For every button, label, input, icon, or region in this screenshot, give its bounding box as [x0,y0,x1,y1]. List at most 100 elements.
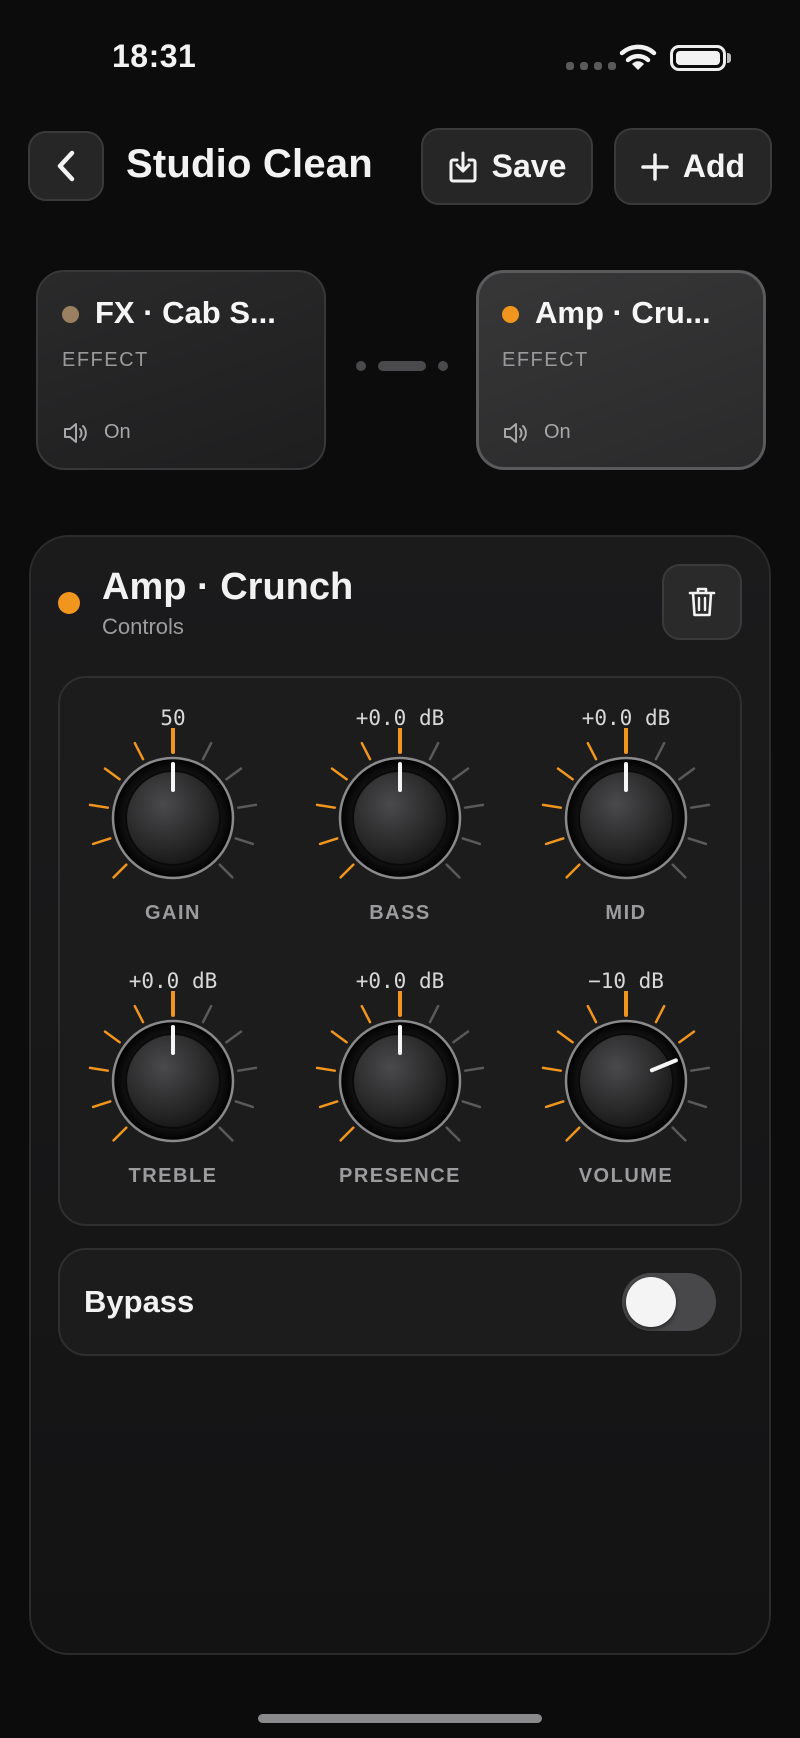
knob-tick [671,1126,687,1142]
home-indicator [258,1714,542,1723]
chain-card-status-dot [62,306,79,323]
knob-tick [360,1004,372,1024]
back-button[interactable] [28,131,104,201]
knob-tick [218,1126,234,1142]
knob-tick [671,863,687,879]
knob-tick [654,1004,666,1024]
chain-card-type: EFFECT [62,349,149,371]
save-download-icon [449,151,477,182]
knob-tick [225,1030,243,1044]
knob-tick [689,803,711,809]
knob-tick [556,767,574,781]
battery-cap [727,53,731,63]
panel-title: Amp · Crunch [102,566,354,608]
knob-tick [315,1066,337,1072]
battery-icon [670,45,726,71]
knob-tick [236,1066,258,1072]
knob-value: +0.0 dB [355,706,445,730]
panel-subtitle: Controls [102,614,184,639]
knob-tick [318,837,339,846]
knob-tick [360,741,372,761]
knob-value: +0.0 dB [355,969,445,993]
status-time: 18:31 [112,38,197,74]
knob-tick [544,837,565,846]
wifi-icon [619,44,657,70]
knob-label: TREBLE [128,1165,218,1187]
knob-tick [330,1030,348,1044]
knob-dial[interactable] [536,991,716,1171]
knob-tick [541,1066,563,1072]
knob-tick [88,1066,110,1072]
knob-tick [565,1126,581,1142]
chain-card-state: On [104,421,131,443]
knob-tick [318,1100,339,1109]
chain-card-name: FX · Cab S... [95,295,276,330]
knob-tick [556,1030,574,1044]
knob-dial[interactable] [310,728,490,908]
save-button[interactable]: Save [421,128,593,205]
knob-tick [678,767,696,781]
knob-value: −10 dB [588,969,664,993]
knob-tick [201,1004,213,1024]
knob-tick [112,1126,128,1142]
speaker-icon [64,423,87,443]
delete-button[interactable] [662,564,742,640]
page-title: Studio Clean [126,142,373,186]
knob-tick [541,803,563,809]
knob-tick [91,1100,112,1109]
save-button-label: Save [491,148,567,184]
bypass-toggle-thumb[interactable] [626,1277,676,1327]
knob-tick [133,1004,145,1024]
knob-label: BASS [369,902,431,924]
knob-tick [654,741,666,761]
knob-tick [565,863,581,879]
knob-tick [544,1100,565,1109]
knob-tick [463,1066,485,1072]
chain-card-name: Amp · Cru... [535,295,711,330]
knob-tick [234,1100,255,1109]
knob-label: GAIN [145,902,201,924]
knob-tick [461,837,482,846]
trash-icon [688,587,716,617]
knob-tick [330,767,348,781]
knob-tick [91,837,112,846]
chain-card-type: EFFECT [502,349,589,371]
knob-tick [218,863,234,879]
knob-dial[interactable] [310,991,490,1171]
add-button-label: Add [682,148,746,184]
knob-value: 50 [160,706,186,730]
knob-tick [88,803,110,809]
knob-tick [234,837,255,846]
chevron-left-icon [57,150,75,182]
knob-tick [445,863,461,879]
knob-tick [678,1030,696,1044]
panel-status-dot [58,592,80,614]
knob-dial[interactable] [83,728,263,908]
knob-tick [339,863,355,879]
cellular-signal-icon [566,62,616,70]
knob-dial[interactable] [83,991,263,1171]
chain-card-state: On [544,421,571,443]
knob-tick [315,803,337,809]
knob-value: +0.0 dB [128,969,218,993]
knob-tick [236,803,258,809]
add-button[interactable]: Add [614,128,772,205]
knob-tick [586,741,598,761]
plus-icon [641,152,669,181]
knob-tick [452,767,470,781]
knob-tick [463,803,485,809]
knob-tick [201,741,213,761]
knob-value: +0.0 dB [581,706,671,730]
knob-tick [103,1030,121,1044]
knob-tick [445,1126,461,1142]
knob-tick [339,1126,355,1142]
speaker-icon [504,423,527,443]
knob-tick [687,1100,708,1109]
knob-label: VOLUME [578,1165,674,1187]
knob-tick [586,1004,598,1024]
bypass-label: Bypass [84,1284,195,1319]
knob-tick [112,863,128,879]
knob-dial[interactable] [536,728,716,908]
chain-card-status-dot [502,306,519,323]
knob-tick [452,1030,470,1044]
